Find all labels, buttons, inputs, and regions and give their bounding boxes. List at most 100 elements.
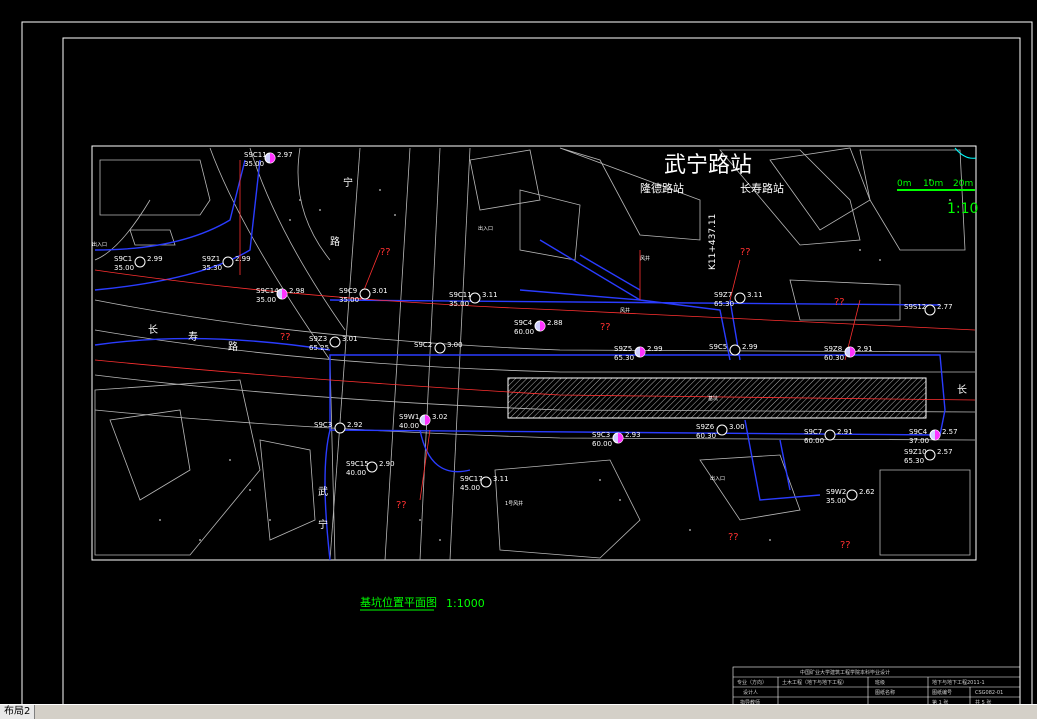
point-marker[interactable] [824,429,836,441]
point-id: S9C11 [449,291,472,299]
tab-layout2[interactable]: 布局2 [0,705,36,719]
point-marker[interactable] [134,256,146,268]
exit-label: 风井 [640,255,650,262]
class-label: 班级 [875,679,885,686]
drawing-name-label: 图纸名称 [875,689,895,696]
point-depth: 65.30 [714,300,734,308]
layout-tab-bar: 布局2 [0,704,1037,719]
point-depth: 35.00 [244,160,264,168]
point-id: S9C11 [244,151,267,159]
nearby-station-right: 长寿路站 [740,181,784,195]
road-label: 寿 [188,330,198,343]
point-marker[interactable] [734,292,746,304]
point-value: 2.99 [647,345,663,353]
point-value: 3.01 [342,335,358,343]
major-label: 专业（方向） [737,679,767,686]
unknown-mark: ?? [380,247,391,258]
point-marker[interactable] [329,336,341,348]
nearby-station-left: 隆德路站 [640,181,684,195]
point-depth: 60.30 [696,432,716,440]
point-depth: 60.00 [804,437,824,445]
road-label: 路 [228,340,238,353]
excavation-label: 基坑 [708,395,718,402]
major-value: 土木工程（地下与地下工程） [782,679,847,686]
exit-label: 出入口 [710,475,725,482]
point-value: 2.99 [742,343,758,351]
point-marker[interactable] [334,422,346,434]
plan-caption: 基坑位置平面图 [360,595,437,609]
point-id: S9Z7 [714,291,732,299]
unknown-mark: ?? [740,247,751,258]
road-label: 宁 [318,518,328,531]
plan-scale: 1:1000 [446,597,485,610]
exit-label: 1号风井 [505,500,523,507]
point-id: S9W2 [826,488,846,496]
point-marker[interactable] [716,424,728,436]
point-depth: 35.30 [202,264,222,272]
point-depth: 65.25 [309,344,329,352]
point-id: S9S12 [904,303,926,311]
unknown-mark: ?? [280,332,291,343]
point-id: S9Z6 [696,423,715,431]
unknown-mark: ?? [600,322,611,333]
point-id: S9C4 [909,428,928,436]
point-value: 3.11 [747,291,763,299]
road-label: 武 [318,485,328,498]
school-title: 中国矿业大学建筑工程学院本科毕业设计 [800,669,890,676]
point-depth: 60.00 [592,440,612,448]
point-value: 2.91 [837,428,853,436]
point-depth: 40.00 [346,469,366,477]
point-marker[interactable] [222,256,234,268]
point-value: 2.91 [857,345,873,353]
point-id: S9C5 [709,343,727,351]
point-value: 3.11 [493,475,509,483]
point-id: S9Z8 [824,345,842,353]
point-value: 3.01 [372,287,388,295]
unknown-mark: ?? [396,500,407,511]
point-depth: 37.00 [909,437,929,445]
road-label: 长 [148,324,158,336]
point-depth: 35.00 [256,296,276,304]
point-depth: 35.00 [339,296,359,304]
point-depth: 60.00 [514,328,534,336]
station-title: 武宁路站 [664,153,752,178]
point-id: S9C17 [460,475,483,483]
cad-drawing-canvas[interactable]: 0m 10m 20m 1:10 武宁路站 隆德路站 长寿路站 K11+437.1… [0,0,1037,718]
point-id: S9Z10 [904,448,927,456]
road-label: 长 [957,384,967,396]
exit-label: 风井 [620,307,630,314]
point-id: S9C1 [114,255,132,263]
point-depth: 40.00 [399,422,419,430]
point-marker[interactable] [846,489,858,501]
point-value: 2.92 [347,421,363,429]
point-value: 2.99 [147,255,163,263]
point-value: 2.90 [379,460,395,468]
point-value: 2.57 [942,428,958,436]
point-value: 2.62 [859,488,875,496]
unknown-mark: ?? [840,540,851,551]
point-depth: 35.00 [114,264,134,272]
point-value: 2.77 [937,303,953,311]
point-id: S9C14 [256,287,279,295]
point-id: S9C15 [346,460,369,468]
point-id: S9Z1 [202,255,220,263]
point-marker[interactable] [924,304,936,316]
designer-label: 设计人 [743,689,758,696]
point-id: S9C3 [592,431,610,439]
svg-text:20m: 20m [953,179,973,189]
drawing-code: CSG082-01 [975,690,1003,696]
road-label: 路 [330,235,340,248]
point-depth: 45.00 [460,484,480,492]
point-depth: 60.30 [824,354,844,362]
point-marker[interactable] [359,288,371,300]
exit-label: 出入口 [478,225,493,232]
point-marker[interactable] [729,344,741,356]
point-depth: 65.30 [904,457,924,465]
point-id: S9C4 [514,319,533,327]
point-value: 2.88 [547,319,563,327]
point-marker[interactable] [434,342,446,354]
point-value: 3.00 [447,341,463,349]
point-value: 2.99 [235,255,251,263]
point-id: S9Z3 [309,335,327,343]
point-value: 2.98 [289,287,305,295]
